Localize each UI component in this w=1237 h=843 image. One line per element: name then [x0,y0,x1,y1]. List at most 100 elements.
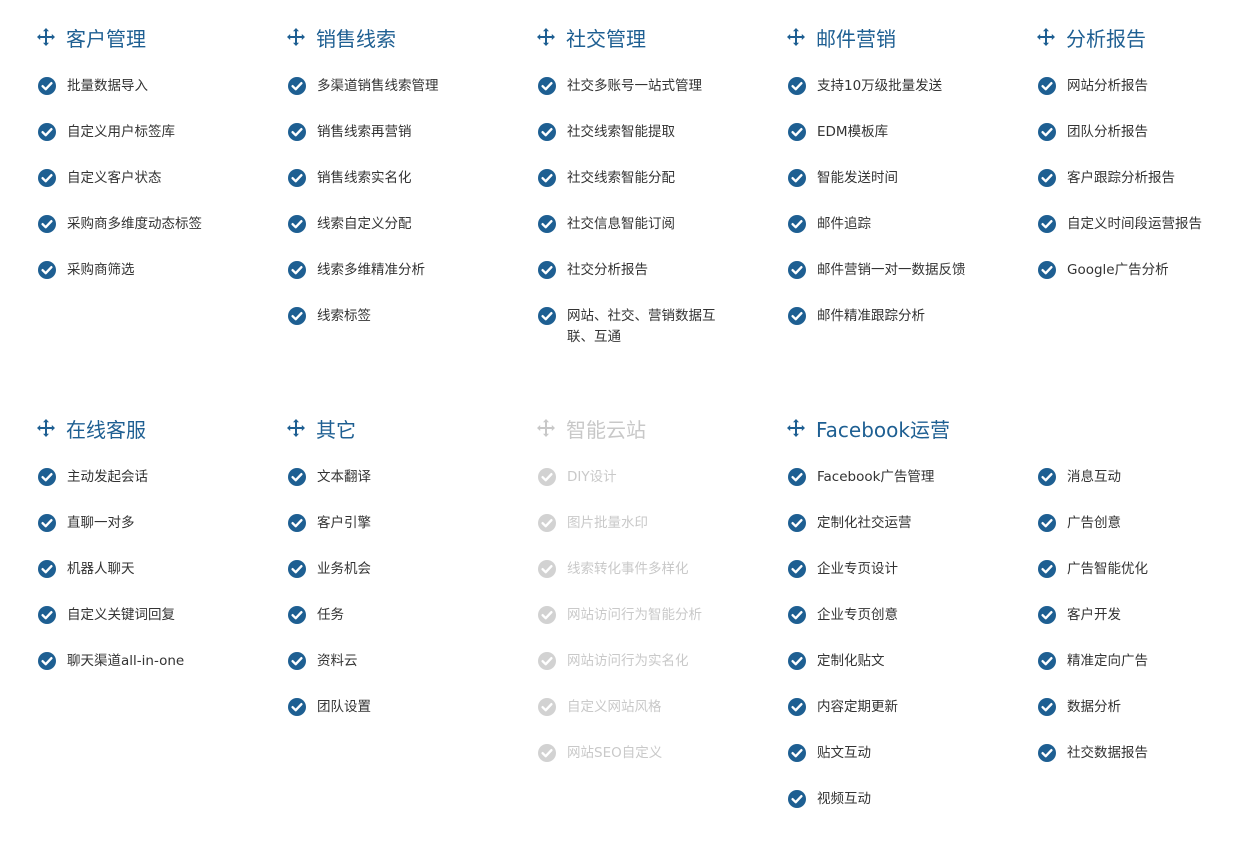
list-item: 网站访问行为智能分析 [537,605,727,626]
list-item: 网站、社交、营销数据互联、互通 [537,306,727,348]
list-item: 主动发起会话 [37,467,227,488]
column-title: Facebook运营 [787,413,950,443]
check-circle-icon [38,123,56,141]
check-circle-icon [1038,215,1056,233]
check-circle-icon [538,652,556,670]
move-icon [787,419,805,437]
list-item: 自定义关键词回复 [37,605,227,626]
list-item: 数据分析 [1037,697,1227,718]
list-item: 采购商多维度动态标签 [37,214,227,235]
list-item: 广告智能优化 [1037,559,1227,580]
list-item: 社交数据报告 [1037,743,1227,764]
check-circle-icon [288,468,306,486]
check-circle-icon [1038,744,1056,762]
list-item: 定制化社交运营 [787,513,977,534]
list-item: 网站分析报告 [1037,76,1227,97]
check-circle-icon [288,606,306,624]
list-item: 贴文互动 [787,743,977,764]
list-item: 机器人聊天 [37,559,227,580]
check-circle-icon [538,560,556,578]
list-item: 团队设置 [287,697,477,718]
check-circle-icon [788,215,806,233]
list-item: 网站访问行为实名化 [537,651,727,672]
list-item: 社交多账号一站式管理 [537,76,727,97]
check-circle-icon [1038,606,1056,624]
check-circle-icon [788,606,806,624]
list-item: 精准定向广告 [1037,651,1227,672]
check-circle-icon [538,514,556,532]
check-circle-icon [538,468,556,486]
list-item: EDM模板库 [787,122,977,143]
list-item: 销售线索实名化 [287,168,477,189]
check-circle-icon [788,123,806,141]
feature-list: 多渠道销售线索管理 销售线索再营销 销售线索实名化 线索自定义分配 线索多维精准… [287,76,477,352]
check-circle-icon [788,514,806,532]
list-item: 聊天渠道all-in-one [37,651,227,672]
list-item: 团队分析报告 [1037,122,1227,143]
list-item: 业务机会 [287,559,477,580]
feature-list: Facebook广告管理 定制化社交运营 企业专页设计 企业专页创意 定制化贴文… [787,467,977,835]
list-item: 客户引擎 [287,513,477,534]
check-circle-icon [38,215,56,233]
list-item: 邮件精准跟踪分析 [787,306,977,327]
check-circle-icon [538,261,556,279]
check-circle-icon [788,652,806,670]
list-item: 企业专页设计 [787,559,977,580]
feature-list: 网站分析报告 团队分析报告 客户跟踪分析报告 自定义时间段运营报告 Google… [1037,76,1227,306]
list-item: Google广告分析 [1037,260,1227,281]
check-circle-icon [38,606,56,624]
check-circle-icon [788,744,806,762]
check-circle-icon [1038,698,1056,716]
list-item: 线索标签 [287,306,477,327]
list-item: DIY设计 [537,467,727,488]
list-item: 自定义时间段运营报告 [1037,214,1227,235]
column-title: 客户管理 [37,22,146,52]
list-item: 社交线索智能分配 [537,168,727,189]
move-icon [537,28,555,46]
feature-list: DIY设计 图片批量水印 线索转化事件多样化 网站访问行为智能分析 网站访问行为… [537,467,727,789]
check-circle-icon [538,307,556,325]
check-circle-icon [38,261,56,279]
features-row-1: 客户管理 批量数据导入 自定义用户标签库 自定义客户状态 采购商多维度动态标签 … [0,22,1237,382]
check-circle-icon [288,698,306,716]
check-circle-icon [38,652,56,670]
list-item: 直聊一对多 [37,513,227,534]
feature-list: 消息互动 广告创意 广告智能优化 客户开发 精准定向广告 数据分析 社交数据报告 [1037,467,1227,789]
check-circle-icon [1038,468,1056,486]
list-item: Facebook广告管理 [787,467,977,488]
check-circle-icon [1038,560,1056,578]
move-icon [287,28,305,46]
check-circle-icon [288,261,306,279]
check-circle-icon [788,77,806,95]
check-circle-icon [788,560,806,578]
list-item: 资料云 [287,651,477,672]
feature-list: 支持10万级批量发送 EDM模板库 智能发送时间 邮件追踪 邮件营销一对一数据反… [787,76,977,352]
list-item: 定制化贴文 [787,651,977,672]
column-title: 销售线索 [287,22,396,52]
check-circle-icon [1038,514,1056,532]
move-icon [787,28,805,46]
list-item: 图片批量水印 [537,513,727,534]
check-circle-icon [788,468,806,486]
check-circle-icon [288,652,306,670]
list-item: 采购商筛选 [37,260,227,281]
check-circle-icon [38,169,56,187]
check-circle-icon [788,261,806,279]
list-item: 批量数据导入 [37,76,227,97]
check-circle-icon [288,169,306,187]
check-circle-icon [38,560,56,578]
list-item: 社交线索智能提取 [537,122,727,143]
list-item: 客户开发 [1037,605,1227,626]
check-circle-icon [288,560,306,578]
check-circle-icon [788,169,806,187]
column-title: 邮件营销 [787,22,896,52]
check-circle-icon [538,123,556,141]
check-circle-icon [1038,123,1056,141]
check-circle-icon [538,606,556,624]
list-item: 视频互动 [787,789,977,810]
check-circle-icon [288,307,306,325]
check-circle-icon [288,123,306,141]
check-circle-icon [1038,652,1056,670]
check-circle-icon [1038,261,1056,279]
feature-list: 文本翻译 客户引擎 业务机会 任务 资料云 团队设置 [287,467,477,743]
